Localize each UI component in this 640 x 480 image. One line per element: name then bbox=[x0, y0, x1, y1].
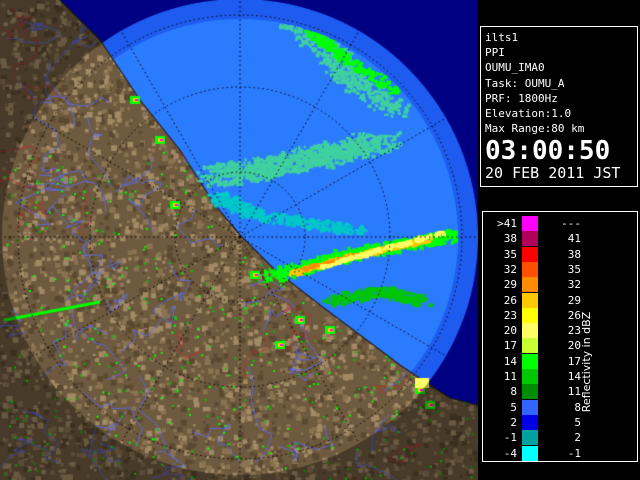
legend-color-swatch bbox=[522, 338, 538, 354]
legend-color-swatch bbox=[522, 277, 538, 293]
legend-row: 14 17 bbox=[483, 353, 581, 369]
legend-color-swatch bbox=[522, 414, 538, 430]
legend-row: 29 32 bbox=[483, 277, 581, 293]
legend-color-swatch bbox=[522, 246, 538, 262]
legend-row: 25 bbox=[483, 414, 581, 430]
legend-upper-bound: 8 bbox=[574, 400, 581, 414]
site-name: ilts1 bbox=[485, 31, 519, 44]
legend-color-swatch bbox=[522, 369, 538, 384]
legend-lower-bound: 35 bbox=[503, 247, 517, 261]
legend-color-swatch bbox=[522, 445, 538, 461]
legend-upper-bound: 29 bbox=[567, 293, 581, 307]
legend-color-swatch bbox=[522, 307, 538, 323]
legend-lower-bound: >41 bbox=[497, 217, 517, 230]
legend-row: 35 38 bbox=[483, 246, 581, 262]
elevation-label: Elevation:1.0 bbox=[485, 107, 572, 121]
legend-lower-bound: 2 bbox=[510, 415, 517, 429]
legend-lower-bound: 17 bbox=[503, 339, 517, 353]
legend-lower-bound: 23 bbox=[503, 308, 517, 322]
legend-lower-bound: 8 bbox=[510, 385, 517, 399]
legend-lower-bound: 20 bbox=[503, 324, 517, 338]
legend-lower-bound: -4 bbox=[503, 446, 517, 460]
task-label: Task: OUMU_A bbox=[485, 76, 565, 90]
legend-lower-bound: -1 bbox=[503, 431, 517, 445]
legend-row: 38 41 bbox=[483, 231, 581, 247]
legend-lower-bound: 29 bbox=[503, 278, 517, 292]
product-name: OUMU_IMA0 bbox=[485, 61, 545, 75]
legend-row: 8 11 bbox=[483, 384, 581, 400]
radar-ppi-display bbox=[0, 0, 478, 480]
legend-upper-bound: 20 bbox=[567, 339, 581, 353]
scan-time: 03:00:50 bbox=[485, 136, 611, 167]
legend-row: >41 --- bbox=[483, 216, 581, 231]
legend-row: -1 2 bbox=[483, 430, 581, 446]
legend-color-swatch bbox=[522, 292, 538, 308]
legend-row: -4 -1 bbox=[483, 445, 581, 461]
legend-color-swatch bbox=[522, 261, 538, 277]
legend-row: 58 bbox=[483, 399, 581, 415]
legend-upper-bound: 41 bbox=[567, 232, 581, 246]
legend-lower-bound: 38 bbox=[503, 232, 517, 246]
legend-lower-bound: 14 bbox=[503, 354, 517, 368]
legend-row: 17 20 bbox=[483, 338, 581, 354]
legend-lower-bound: 32 bbox=[503, 262, 517, 276]
legend-lower-bound: 11 bbox=[503, 370, 517, 383]
legend-color-swatch bbox=[522, 353, 538, 369]
legend-upper-bound: 17 bbox=[567, 354, 581, 368]
legend-color-swatch bbox=[522, 231, 538, 247]
legend-lower-bound: 5 bbox=[510, 400, 517, 414]
legend-row: 11 14 bbox=[483, 369, 581, 384]
legend-upper-bound: 35 bbox=[567, 262, 581, 276]
legend-upper-bound: 11 bbox=[567, 385, 581, 399]
legend-upper-bound: 14 bbox=[567, 370, 581, 383]
legend-upper-bound: --- bbox=[561, 217, 581, 230]
scan-date: 20 FEB 2011 JST bbox=[485, 164, 621, 183]
legend-color-swatch bbox=[522, 399, 538, 415]
legend-upper-bound: -1 bbox=[567, 446, 581, 460]
legend-upper-bound: 26 bbox=[567, 308, 581, 322]
legend-color-swatch bbox=[522, 216, 538, 231]
max-range-label: Max Range:80 km bbox=[485, 122, 585, 136]
legend-color-swatch bbox=[522, 430, 538, 446]
legend-upper-bound: 23 bbox=[567, 324, 581, 338]
reflectivity-legend: Reflectivity in dBZ >41 --- 38 41 35 38 32 35 29… bbox=[482, 211, 638, 462]
legend-upper-bound: 2 bbox=[574, 431, 581, 445]
legend-color-swatch bbox=[522, 384, 538, 400]
legend-upper-bound: 5 bbox=[574, 415, 581, 429]
legend-row: 26 29 bbox=[483, 292, 581, 308]
legend-lower-bound: 26 bbox=[503, 293, 517, 307]
legend-color-swatch bbox=[522, 323, 538, 339]
legend-row: 23 26 bbox=[483, 307, 581, 323]
info-panel: ilts1 PPI OUMU_IMA0 Task: OUMU_A PRF: 18… bbox=[480, 26, 638, 187]
scan-mode: PPI bbox=[485, 46, 505, 60]
legend-row: 32 35 bbox=[483, 261, 581, 277]
legend-upper-bound: 38 bbox=[567, 247, 581, 261]
prf-label: PRF: 1800Hz bbox=[485, 91, 558, 105]
legend-upper-bound: 32 bbox=[567, 278, 581, 292]
legend-row: 20 23 bbox=[483, 323, 581, 339]
legend-unit-label: Reflectivity in dBZ bbox=[580, 311, 593, 413]
